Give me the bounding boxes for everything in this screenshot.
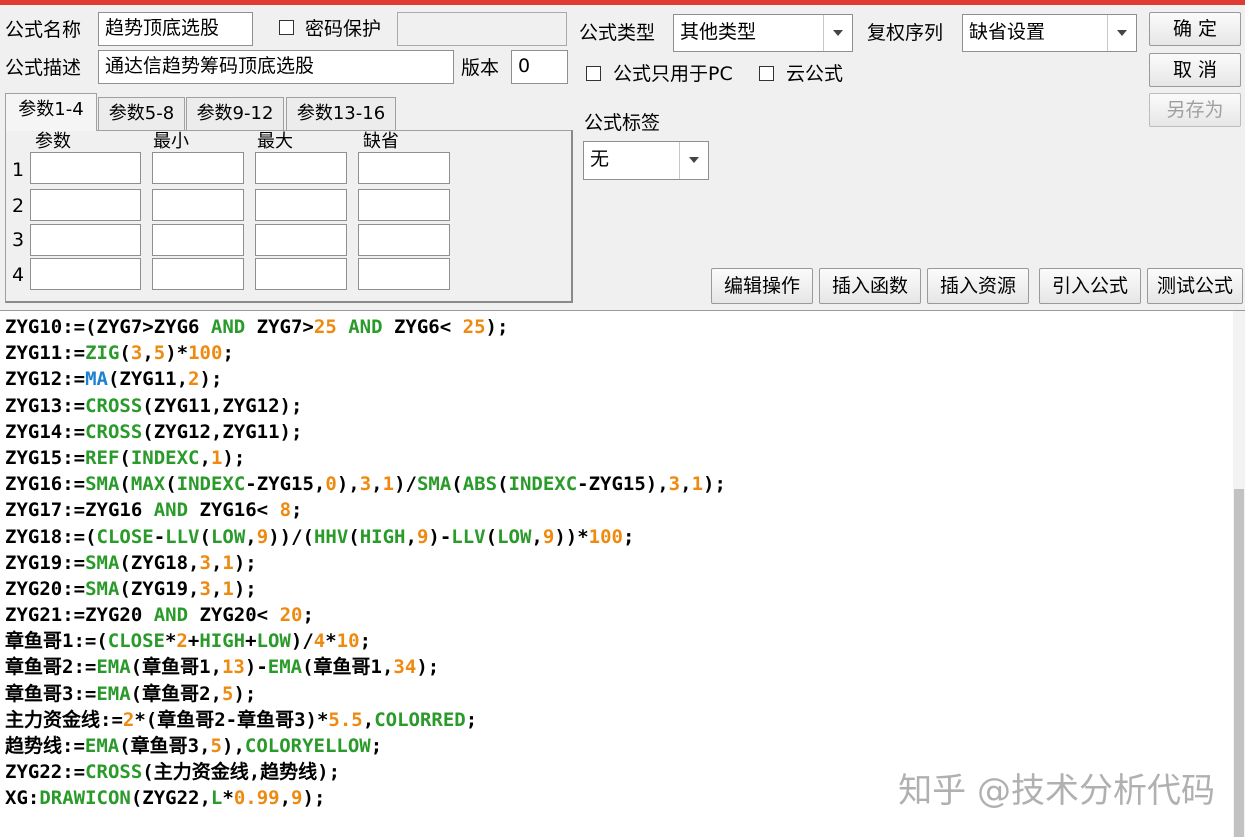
code-line: XG:DRAWICON(ZYG22,L*0.99,9); <box>5 787 326 810</box>
vertical-scrollbar[interactable] <box>1233 311 1245 837</box>
code-line: 趋势线:=EMA(章鱼哥3,5),COLORYELLOW; <box>5 735 383 757</box>
code-line: ZYG15:=REF(INDEXC,1); <box>5 446 246 469</box>
param-3-min-input[interactable] <box>152 224 244 256</box>
param-row-number: 1 <box>12 159 25 181</box>
param-1-name-input[interactable] <box>30 152 141 184</box>
param-4-min-input[interactable] <box>152 258 244 290</box>
tab-params-5-8[interactable]: 参数5-8 <box>98 97 185 131</box>
formula-tag-label: 公式标签 <box>584 112 661 134</box>
ok-button[interactable]: 确 定 <box>1149 12 1241 46</box>
formula-code-editor[interactable]: ZYG10:=(ZYG7>ZYG6 AND ZYG7>25 AND ZYG6< … <box>0 310 1245 837</box>
import-formula-button[interactable]: 引入公式 <box>1039 268 1141 304</box>
pc-only-label: 公式只用于PC <box>613 63 733 85</box>
formula-type-value: 其他类型 <box>680 21 757 43</box>
tab-params-13-16[interactable]: 参数13-16 <box>286 97 396 131</box>
code-line: ZYG14:=CROSS(ZYG12,ZYG11); <box>5 420 303 443</box>
test-formula-button[interactable]: 测试公式 <box>1147 268 1243 304</box>
code-line: ZYG13:=CROSS(ZYG11,ZYG12); <box>5 394 303 417</box>
formula-tag-select[interactable]: 无 <box>583 141 709 180</box>
rights-sequence-select[interactable]: 缺省设置 <box>962 14 1137 52</box>
save-as-button[interactable]: 另存为 <box>1149 93 1241 127</box>
formula-desc-label: 公式描述 <box>5 57 82 79</box>
param-header-name: 参数 <box>35 131 71 152</box>
param-header-default: 缺省 <box>363 131 399 152</box>
chevron-down-icon[interactable] <box>1107 15 1136 51</box>
param-3-max-input[interactable] <box>255 224 347 256</box>
tab-params-9-12[interactable]: 参数9-12 <box>186 97 284 131</box>
version-label: 版本 <box>461 57 500 79</box>
scrollbar-thumb[interactable] <box>1234 489 1244 837</box>
edit-operations-button[interactable]: 编辑操作 <box>711 268 813 304</box>
param-1-default-input[interactable] <box>358 152 450 184</box>
password-protect-checkbox[interactable] <box>279 20 294 35</box>
code-line: ZYG21:=ZYG20 AND ZYG20< 20; <box>5 604 314 627</box>
param-2-default-input[interactable] <box>358 189 450 221</box>
param-2-max-input[interactable] <box>255 189 347 221</box>
param-4-name-input[interactable] <box>30 258 141 290</box>
formula-name-label: 公式名称 <box>5 19 82 41</box>
chevron-down-icon[interactable] <box>823 15 852 51</box>
insert-resource-button[interactable]: 插入资源 <box>927 268 1029 304</box>
formula-desc-input[interactable]: 通达信趋势筹码顶底选股 <box>98 50 454 84</box>
param-header-max: 最大 <box>257 131 293 152</box>
param-row-number: 2 <box>12 195 25 217</box>
param-3-default-input[interactable] <box>358 224 450 256</box>
param-header-min: 最小 <box>153 131 189 152</box>
code-line: 章鱼哥3:=EMA(章鱼哥2,5); <box>5 682 257 705</box>
code-line: ZYG10:=(ZYG7>ZYG6 AND ZYG7>25 AND ZYG6< … <box>5 316 509 338</box>
code-line: ZYG20:=SMA(ZYG19,3,1); <box>5 577 257 600</box>
tab-params-1-4[interactable]: 参数1-4 <box>5 93 97 131</box>
formula-tag-value: 无 <box>590 148 610 170</box>
params-panel: 参数 最小 最大 缺省 1 2 3 4 <box>5 130 573 303</box>
code-line: 章鱼哥1:=(CLOSE*2+HIGH+LOW)/4*10; <box>5 630 372 653</box>
code-line: ZYG19:=SMA(ZYG18,3,1); <box>5 551 257 574</box>
code-text: ZYG10:=(ZYG7>ZYG6 AND ZYG7>25 AND ZYG6< … <box>5 314 726 812</box>
param-3-name-input[interactable] <box>30 224 141 256</box>
rights-sequence-value: 缺省设置 <box>969 21 1046 43</box>
version-input[interactable]: 0 <box>511 50 568 84</box>
pc-only-checkbox[interactable] <box>586 66 601 81</box>
password-input[interactable] <box>397 12 567 46</box>
chevron-down-icon[interactable] <box>679 142 708 179</box>
param-1-min-input[interactable] <box>152 152 244 184</box>
formula-name-input[interactable]: 趋势顶底选股 <box>98 12 253 46</box>
formula-type-label: 公式类型 <box>579 22 656 44</box>
code-line: ZYG12:=MA(ZYG11,2); <box>5 368 223 391</box>
param-4-default-input[interactable] <box>358 258 450 290</box>
param-2-min-input[interactable] <box>152 189 244 221</box>
window-top-border <box>0 0 1245 5</box>
code-line: 主力资金线:=2*(章鱼哥2-章鱼哥3)*5.5,COLORRED; <box>5 708 478 731</box>
password-protect-label: 密码保护 <box>305 18 382 40</box>
code-line: ZYG18:=(CLOSE-LLV(LOW,9))/(HHV(HIGH,9)-L… <box>5 525 635 548</box>
cloud-formula-label: 云公式 <box>786 63 844 85</box>
formula-type-select[interactable]: 其他类型 <box>673 14 853 52</box>
param-1-max-input[interactable] <box>255 152 347 184</box>
code-line: ZYG17:=ZYG16 AND ZYG16< 8; <box>5 499 303 522</box>
code-line: ZYG16:=SMA(MAX(INDEXC-ZYG15,0),3,1)/SMA(… <box>5 473 726 496</box>
cloud-formula-checkbox[interactable] <box>759 66 774 81</box>
code-line: ZYG22:=CROSS(主力资金线,趋势线); <box>5 761 341 784</box>
rights-sequence-label: 复权序列 <box>867 22 944 44</box>
param-4-max-input[interactable] <box>255 258 347 290</box>
code-line: 章鱼哥2:=EMA(章鱼哥1,13)-EMA(章鱼哥1,34); <box>5 656 440 679</box>
param-row-number: 4 <box>12 264 25 286</box>
cancel-button[interactable]: 取 消 <box>1149 53 1241 87</box>
insert-function-button[interactable]: 插入函数 <box>819 268 921 304</box>
param-row-number: 3 <box>12 229 25 251</box>
code-line: ZYG11:=ZIG(3,5)*100; <box>5 342 234 365</box>
watermark-text: 知乎 @技术分析代码 <box>898 771 1215 811</box>
param-2-name-input[interactable] <box>30 189 141 221</box>
